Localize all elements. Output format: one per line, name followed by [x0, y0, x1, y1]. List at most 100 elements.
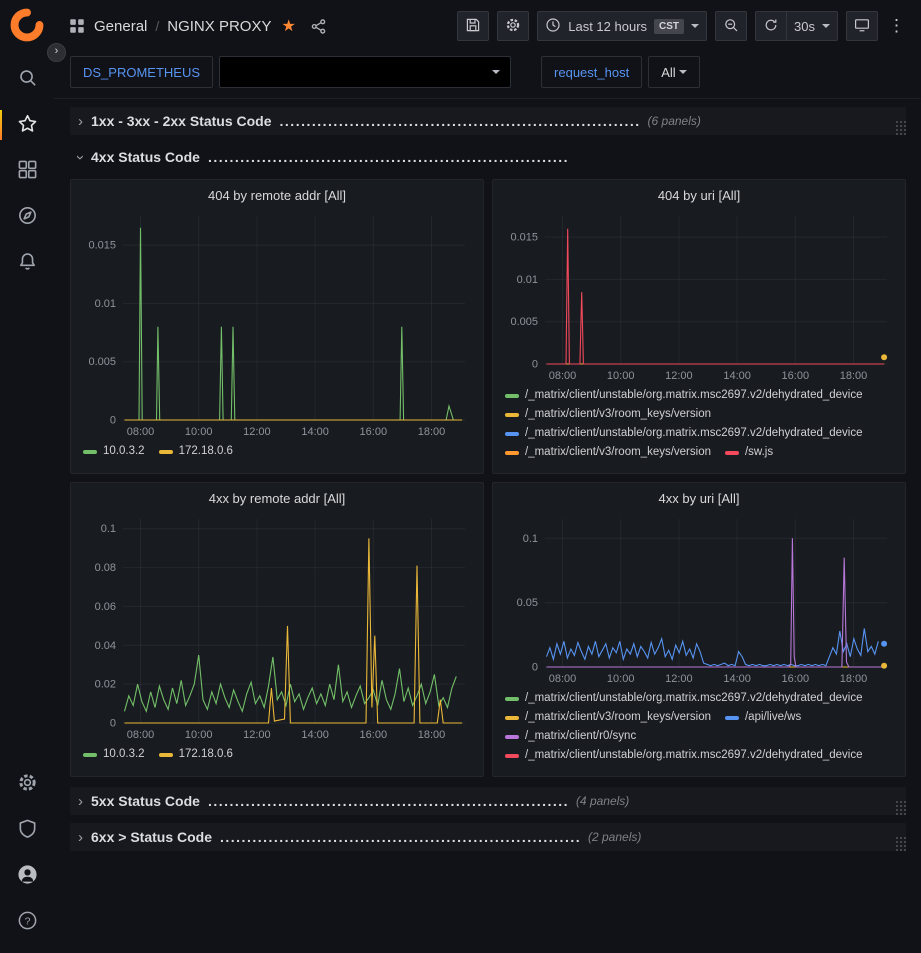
- row-4xx-status-code[interactable]: › 4xx Status Code ......................…: [70, 143, 906, 171]
- panel-title[interactable]: 4xx by remote addr [All]: [79, 487, 475, 511]
- chevron-right-icon: ›: [78, 114, 83, 129]
- row-drag-handle-icon[interactable]: [894, 119, 898, 123]
- panel-title[interactable]: 404 by uri [All]: [501, 184, 897, 208]
- legend-item[interactable]: /api/live/ws: [725, 709, 801, 726]
- legend-item[interactable]: /_matrix/client/v3/room_keys/version: [505, 444, 711, 461]
- legend-series-marker: [83, 450, 97, 454]
- legend-item[interactable]: /_matrix/client/unstable/org.matrix.msc2…: [505, 690, 863, 707]
- legend-item[interactable]: 172.18.0.6: [159, 443, 233, 460]
- variable-label-request-host[interactable]: request_host: [541, 56, 642, 88]
- request-host-value-select[interactable]: All: [648, 56, 700, 88]
- svg-text:0: 0: [532, 662, 538, 674]
- refresh-button[interactable]: [755, 11, 786, 41]
- svg-text:18:00: 18:00: [418, 729, 446, 741]
- legend-series-marker: [505, 451, 519, 455]
- sidebar-item-starred[interactable]: [0, 102, 54, 148]
- breadcrumb-section[interactable]: General: [94, 18, 147, 35]
- legend-item[interactable]: /sw.js: [725, 444, 773, 461]
- legend-item[interactable]: 172.18.0.6: [159, 746, 233, 763]
- timeseries-chart-4xx-by-uri[interactable]: 00.050.108:0010:0012:0014:0016:0018:00: [501, 511, 897, 687]
- shield-icon: [17, 818, 38, 842]
- time-range-label: Last 12 hours: [568, 19, 647, 34]
- row-title-dots: ........................................…: [208, 149, 568, 165]
- legend-item[interactable]: /_matrix/client/r0/sync: [505, 728, 636, 745]
- svg-text:14:00: 14:00: [301, 426, 329, 438]
- svg-text:14:00: 14:00: [723, 370, 751, 382]
- favorite-star-icon[interactable]: ★: [281, 16, 295, 36]
- dashboard-settings-button[interactable]: [497, 11, 529, 41]
- svg-text:0: 0: [110, 718, 116, 730]
- legend-item[interactable]: /_matrix/client/unstable/org.matrix.msc2…: [505, 425, 863, 442]
- legend-series-marker: [505, 413, 519, 417]
- panel-grid: 404 by remote addr [All] 0 0.005 0.01 0.015…: [70, 179, 906, 777]
- more-options-kebab-icon[interactable]: ⋮: [886, 11, 907, 41]
- svg-text:0.015: 0.015: [510, 232, 538, 244]
- svg-text:0.06: 0.06: [95, 601, 116, 613]
- svg-text:16:00: 16:00: [360, 426, 388, 438]
- main-area: General / NGINX PROXY ★ Last 12 hours CS…: [54, 0, 921, 953]
- svg-text:0.01: 0.01: [517, 274, 538, 286]
- tv-kiosk-mode-button[interactable]: [846, 11, 878, 41]
- grafana-logo-icon[interactable]: [10, 8, 44, 42]
- legend-series-marker: [505, 394, 519, 398]
- svg-text:?: ?: [24, 915, 30, 927]
- row-title-dots: ........................................…: [220, 829, 580, 845]
- legend-item[interactable]: /_matrix/client/unstable/org.matrix.msc2…: [505, 747, 863, 764]
- svg-text:10:00: 10:00: [607, 370, 635, 382]
- panel-4xx-by-uri: 4xx by uri [All] 00.050.108:0010:0012:00…: [492, 482, 906, 777]
- timeseries-chart-404-by-uri[interactable]: 00.0050.010.01508:0010:0012:0014:0016:00…: [501, 208, 897, 384]
- legend-series-label: /_matrix/client/unstable/org.matrix.msc2…: [525, 690, 863, 707]
- timeseries-chart-4xx-by-remote-addr[interactable]: 00.020.040.060.080.108:0010:0012:0014:00…: [79, 511, 475, 743]
- panel-legend: /_matrix/client/unstable/org.matrix.msc2…: [501, 384, 897, 467]
- zoom-out-button[interactable]: [715, 11, 747, 41]
- legend-item[interactable]: /_matrix/client/v3/room_keys/version: [505, 406, 711, 423]
- legend-series-marker: [505, 716, 519, 720]
- legend-series-marker: [725, 716, 739, 720]
- sidebar-item-configuration[interactable]: [0, 761, 54, 807]
- svg-text:0.005: 0.005: [510, 316, 538, 328]
- legend-item[interactable]: 10.0.3.2: [83, 746, 145, 763]
- sidebar-item-dashboards[interactable]: [0, 148, 54, 194]
- time-range-picker[interactable]: Last 12 hours CST: [537, 11, 707, 41]
- zoom-out-icon: [723, 17, 739, 36]
- svg-text:12:00: 12:00: [665, 673, 693, 685]
- panel-title[interactable]: 404 by remote addr [All]: [79, 184, 475, 208]
- timeseries-chart-404-by-remote-addr[interactable]: 00.0050.010.01508:0010:0012:0014:0016:00…: [79, 208, 475, 440]
- legend-item[interactable]: 10.0.3.2: [83, 443, 145, 460]
- help-icon: ?: [17, 910, 38, 934]
- request-host-value: All: [661, 65, 675, 80]
- share-icon[interactable]: [310, 18, 327, 35]
- legend-series-label: /_matrix/client/v3/room_keys/version: [525, 709, 711, 726]
- refresh-interval-label: 30s: [794, 19, 815, 34]
- sidebar: ?: [0, 0, 54, 953]
- row-1xx-3xx-2xx-status-code[interactable]: › 1xx - 3xx - 2xx Status Code ..........…: [70, 107, 906, 135]
- row-title: 6xx > Status Code: [91, 829, 212, 845]
- variable-label-ds-prometheus[interactable]: DS_PROMETHEUS: [70, 56, 213, 88]
- dashboard-title[interactable]: NGINX PROXY: [167, 18, 271, 35]
- sidebar-item-server-admin[interactable]: [0, 807, 54, 853]
- apps-grid-icon[interactable]: [68, 17, 86, 35]
- legend-item[interactable]: /_matrix/client/v3/room_keys/version: [505, 709, 711, 726]
- svg-text:0.05: 0.05: [517, 597, 538, 609]
- save-dashboard-button[interactable]: [457, 11, 489, 41]
- chevron-down-icon: [691, 24, 699, 28]
- legend-series-marker: [505, 432, 519, 436]
- row-6xx-status-code[interactable]: › 6xx > Status Code ....................…: [70, 823, 906, 851]
- sidebar-expand-button[interactable]: ›: [47, 43, 66, 62]
- panel-title[interactable]: 4xx by uri [All]: [501, 487, 897, 511]
- row-drag-handle-icon[interactable]: [894, 799, 898, 803]
- row-5xx-status-code[interactable]: › 5xx Status Code ......................…: [70, 787, 906, 815]
- panel-4xx-by-remote-addr: 4xx by remote addr [All] 00.020.040.060.…: [70, 482, 484, 777]
- sidebar-item-profile[interactable]: [0, 853, 54, 899]
- svg-text:08:00: 08:00: [549, 673, 577, 685]
- legend-series-label: /api/live/ws: [745, 709, 801, 726]
- sidebar-item-search[interactable]: [0, 56, 54, 102]
- datasource-value-select[interactable]: [219, 56, 511, 88]
- sidebar-item-alerting[interactable]: [0, 240, 54, 286]
- refresh-interval-dropdown[interactable]: 30s: [786, 11, 838, 41]
- sidebar-item-explore[interactable]: [0, 194, 54, 240]
- row-panel-count: (6 panels): [648, 114, 701, 128]
- legend-item[interactable]: /_matrix/client/unstable/org.matrix.msc2…: [505, 387, 863, 404]
- row-drag-handle-icon[interactable]: [894, 835, 898, 839]
- sidebar-item-help[interactable]: ?: [0, 899, 54, 945]
